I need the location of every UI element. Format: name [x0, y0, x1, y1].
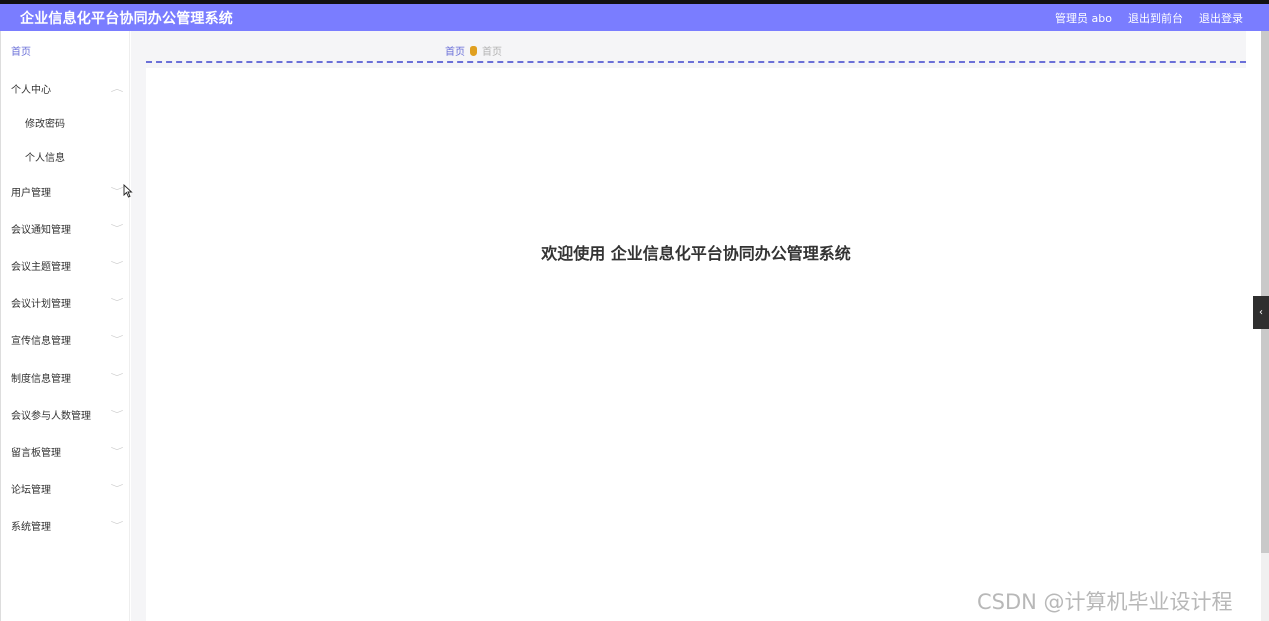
mouse-cursor-icon — [123, 184, 133, 198]
chevron-down-icon: ﹀ — [110, 335, 124, 344]
watermark: CSDN @计算机毕业设计程 — [977, 590, 1233, 614]
sidebar-item-label: 修改密码 — [25, 119, 65, 130]
chevron-down-icon: ﹀ — [110, 261, 124, 270]
sidebar-item-label: 系统管理 — [11, 522, 51, 533]
scrollbar-track — [1261, 553, 1269, 621]
sidebar-item-meeting-attendance[interactable]: 会议参与人数管理 ﹀ — [11, 407, 124, 422]
chevron-down-icon: ﹀ — [110, 224, 124, 233]
sidebar-item-personal-center[interactable]: 个人中心 ︿ — [11, 81, 124, 96]
sidebar-item-meeting-notice[interactable]: 会议通知管理 ﹀ — [11, 221, 124, 236]
sidebar-item-label: 宣传信息管理 — [11, 336, 71, 347]
sidebar-item-label: 会议主题管理 — [11, 262, 71, 273]
breadcrumb-home[interactable]: 首页 — [445, 43, 465, 58]
sidebar-item-label: 用户管理 — [11, 188, 51, 199]
sidebar-subitem-personal-info[interactable]: 个人信息 — [25, 149, 121, 164]
welcome-message: 欢迎使用 企业信息化平台协同办公管理系统 — [541, 244, 851, 263]
divider — [146, 61, 1246, 63]
chevron-down-icon: ﹀ — [110, 410, 124, 419]
breadcrumb-current: 首页 — [482, 47, 502, 58]
sidebar: 首页 个人中心 ︿ 修改密码 个人信息 用户管理 ﹀ 会议通知管理 ﹀ 会议主题… — [0, 31, 130, 621]
sidebar-item-label: 会议计划管理 — [11, 299, 71, 310]
sidebar-item-policy-info[interactable]: 制度信息管理 ﹀ — [11, 370, 124, 385]
sidebar-item-home[interactable]: 首页 — [11, 43, 31, 58]
sidebar-item-label: 留言板管理 — [11, 448, 61, 459]
sidebar-item-publicity-info[interactable]: 宣传信息管理 ﹀ — [11, 332, 124, 347]
chevron-left-icon: ‹ — [1259, 307, 1263, 318]
sidebar-item-label: 个人信息 — [25, 153, 65, 164]
breadcrumb-separator-icon — [470, 45, 477, 56]
chevron-down-icon: ﹀ — [110, 373, 124, 382]
chevron-down-icon: ﹀ — [110, 447, 124, 456]
sidebar-item-forum[interactable]: 论坛管理 ﹀ — [11, 481, 124, 496]
main-content: 首页 首页 欢迎使用 企业信息化平台协同办公管理系统 — [131, 31, 1246, 621]
sidebar-item-meeting-plan[interactable]: 会议计划管理 ﹀ — [11, 295, 124, 310]
sidebar-item-label: 个人中心 — [11, 85, 51, 96]
sidebar-item-label: 会议通知管理 — [11, 225, 71, 236]
exit-to-front-link[interactable]: 退出到前台 — [1128, 10, 1183, 26]
sidebar-item-user-management[interactable]: 用户管理 ﹀ — [11, 184, 124, 199]
chevron-up-icon: ︿ — [110, 84, 124, 93]
header-actions: 管理员 abo 退出到前台 退出登录 — [1055, 10, 1243, 26]
chevron-down-icon: ﹀ — [110, 484, 124, 493]
sidebar-subitem-change-password[interactable]: 修改密码 — [25, 115, 121, 130]
page-scrollbar[interactable] — [1261, 31, 1269, 553]
sidebar-item-message-board[interactable]: 留言板管理 ﹀ — [11, 444, 124, 459]
chevron-down-icon: ﹀ — [110, 521, 124, 530]
chevron-down-icon: ﹀ — [110, 187, 124, 196]
app-header: 企业信息化平台协同办公管理系统 管理员 abo 退出到前台 退出登录 — [0, 4, 1269, 31]
sidebar-item-label: 制度信息管理 — [11, 374, 71, 385]
sidebar-item-label: 论坛管理 — [11, 485, 51, 496]
app-title: 企业信息化平台协同办公管理系统 — [20, 10, 233, 27]
current-user-label: 管理员 abo — [1055, 11, 1112, 25]
logout-link[interactable]: 退出登录 — [1199, 10, 1243, 26]
welcome-panel: 欢迎使用 企业信息化平台协同办公管理系统 — [146, 68, 1246, 621]
chevron-down-icon: ﹀ — [110, 298, 124, 307]
breadcrumb: 首页 首页 — [445, 43, 502, 58]
sidebar-item-label: 会议参与人数管理 — [11, 411, 91, 422]
sidebar-item-system[interactable]: 系统管理 ﹀ — [11, 518, 124, 533]
sidebar-item-meeting-topic[interactable]: 会议主题管理 ﹀ — [11, 258, 124, 273]
collapse-panel-button[interactable]: ‹ — [1253, 296, 1269, 329]
